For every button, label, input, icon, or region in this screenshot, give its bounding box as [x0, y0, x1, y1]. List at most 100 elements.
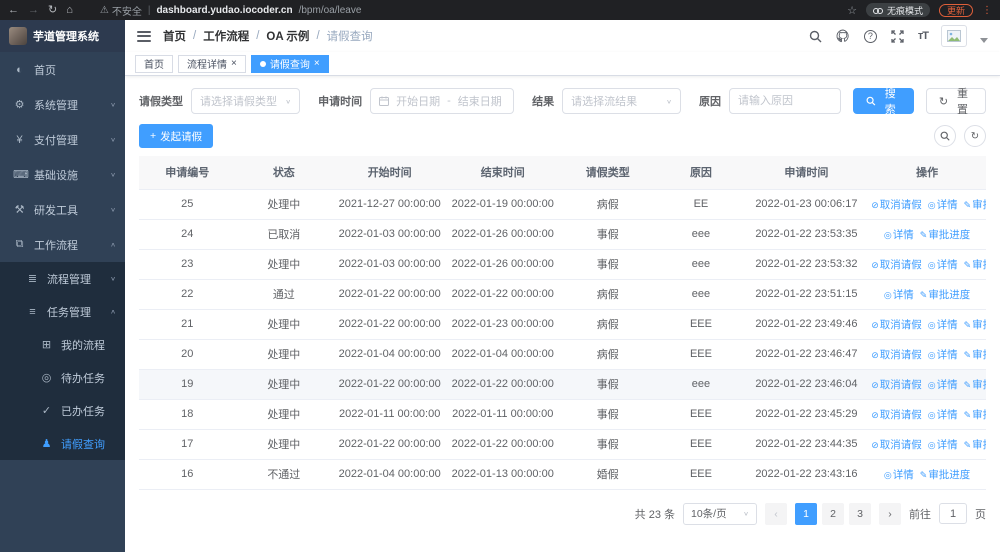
detail-link[interactable]: ◎详情	[928, 199, 958, 211]
update-button[interactable]: 更新	[938, 3, 973, 17]
bookmark-star-icon[interactable]: ☆	[847, 4, 857, 17]
audit-progress-link[interactable]: ✎审批进度	[964, 349, 986, 361]
detail-link[interactable]: ◎详情	[884, 289, 914, 301]
cancel-leave-link[interactable]: ⊘取消请假	[871, 349, 922, 361]
reset-button[interactable]: ↻ 重置	[925, 88, 986, 116]
table-row: 16 不通过 2022-01-04 00:00:00 2022-01-13 00:00…	[139, 459, 986, 490]
toggle-search-button[interactable]	[934, 125, 956, 147]
eye-icon: ◎	[927, 439, 936, 450]
audit-progress-link[interactable]: ✎审批进度	[920, 289, 971, 301]
cancel-leave-link[interactable]: ⊘取消请假	[871, 379, 922, 391]
breadcrumb-oa-example[interactable]: OA 示例	[266, 28, 309, 44]
cell-start-time: 2022-01-11 00:00:00	[332, 399, 448, 430]
cell-start-time: 2022-01-22 00:00:00	[332, 429, 448, 460]
apply-time-range-picker[interactable]: 开始日期 - 结束日期	[370, 88, 515, 114]
table-row: 25 处理中 2021-12-27 00:00:00 2022-01-19 00:00…	[139, 189, 986, 220]
eye-icon: ◎	[927, 199, 936, 210]
avatar-caret-icon[interactable]	[980, 37, 988, 43]
cancel-leave-link[interactable]: ⊘取消请假	[871, 259, 922, 271]
browser-menu-icon[interactable]: ⋮	[982, 5, 992, 16]
sidebar-item-dev-tools[interactable]: ⚒ 研发工具 ∨	[0, 192, 125, 227]
detail-link[interactable]: ◎详情	[928, 349, 958, 361]
eye-icon: ◎	[927, 259, 936, 270]
sidebar-item-workflow[interactable]: ⧉ 工作流程 ∧	[0, 227, 125, 262]
sidebar-item-process-mgmt[interactable]: ≣ 流程管理 ∨	[0, 262, 125, 295]
audit-progress-link[interactable]: ✎审批进度	[964, 199, 986, 211]
sidebar-item-infrastructure[interactable]: ⌨ 基础设施 ∨	[0, 157, 125, 192]
help-icon[interactable]: ?	[863, 29, 877, 43]
tab-home[interactable]: 首页	[135, 54, 173, 73]
result-select[interactable]: 请选择流结果 ∨	[562, 88, 681, 114]
sidebar-item-task-mgmt[interactable]: ≡ 任务管理 ∧	[0, 295, 125, 328]
page-size-select[interactable]: 10条/页 ∨	[683, 502, 757, 525]
cell-start-time: 2022-01-03 00:00:00	[332, 219, 448, 250]
detail-link[interactable]: ◎详情	[928, 439, 958, 451]
leave-table: 申请编号 状态 开始时间 结束时间 请假类型 原因 申请时间 操作 25 处理中 2…	[139, 156, 986, 490]
audit-progress-link[interactable]: ✎审批进度	[964, 409, 986, 421]
font-size-icon[interactable]: тT	[918, 30, 929, 42]
cancel-leave-link[interactable]: ⊘取消请假	[871, 199, 922, 211]
tab-process-detail[interactable]: 流程详情 ×	[178, 54, 246, 73]
page-button-1[interactable]: 1	[795, 502, 817, 525]
chevron-down-icon: ∨	[110, 206, 116, 213]
forward-icon[interactable]: →	[28, 4, 39, 16]
audit-progress-link[interactable]: ✎审批进度	[964, 379, 986, 391]
breadcrumb-workflow[interactable]: 工作流程	[203, 28, 249, 44]
cancel-leave-link[interactable]: ⊘取消请假	[871, 319, 922, 331]
sidebar-item-todo-tasks[interactable]: ◎ 待办任务	[0, 361, 125, 394]
search-form: 请假类型 请选择请假类型 ∨ 申请时间 开始日期 - 结束日期 结果 请选择流结…	[125, 76, 1000, 120]
address-bar[interactable]: ⚠ 不安全 | dashboard.yudao.iocoder.cn /bpm/…	[100, 3, 838, 18]
sidebar-item-system[interactable]: ⚙ 系统管理 ∨	[0, 87, 125, 122]
hamburger-icon[interactable]	[137, 30, 151, 42]
eye-icon: ◎	[927, 409, 936, 420]
page-button-2[interactable]: 2	[822, 502, 844, 525]
sidebar-item-my-process[interactable]: ⊞ 我的流程	[0, 328, 125, 361]
detail-link[interactable]: ◎详情	[928, 409, 958, 421]
audit-progress-link[interactable]: ✎审批进度	[964, 259, 986, 271]
search-button[interactable]: 搜索	[852, 88, 914, 116]
github-icon[interactable]	[836, 29, 851, 44]
detail-link[interactable]: ◎详情	[928, 259, 958, 271]
close-icon[interactable]: ×	[231, 58, 237, 69]
leave-type-select[interactable]: 请选择请假类型 ∨	[191, 88, 301, 114]
audit-progress-link[interactable]: ✎审批进度	[920, 229, 971, 241]
cell-apply-time: 2022-01-23 00:06:17	[744, 189, 869, 220]
audit-progress-link[interactable]: ✎审批进度	[964, 439, 986, 451]
breadcrumb-home[interactable]: 首页	[163, 28, 186, 44]
cancel-leave-link[interactable]: ⊘取消请假	[871, 439, 922, 451]
cell-status: 处理中	[235, 189, 333, 220]
detail-link[interactable]: ◎详情	[928, 379, 958, 391]
goto-page-input[interactable]	[939, 503, 967, 524]
sidebar-item-home[interactable]: ◐ 首页	[0, 52, 125, 87]
reload-icon[interactable]: ↻	[48, 4, 57, 16]
page-button-3[interactable]: 3	[849, 502, 871, 525]
cell-apply-time: 2022-01-22 23:49:46	[744, 309, 869, 340]
cell-start-time: 2022-01-03 00:00:00	[332, 249, 448, 280]
edit-icon: ✎	[919, 469, 928, 480]
home-icon[interactable]: ⌂	[66, 4, 73, 16]
create-leave-button[interactable]: + 发起请假	[139, 124, 214, 148]
sidebar-item-done-tasks[interactable]: ✓ 已办任务	[0, 394, 125, 427]
chevron-down-icon: ∨	[110, 136, 116, 143]
next-page-button[interactable]: ›	[879, 502, 901, 525]
check-icon: ✓	[41, 405, 52, 417]
close-icon[interactable]: ×	[314, 58, 320, 69]
detail-link[interactable]: ◎详情	[884, 469, 914, 481]
cell-status: 处理中	[235, 249, 333, 280]
refresh-button[interactable]: ↻	[964, 125, 986, 147]
search-icon[interactable]	[808, 29, 823, 44]
prev-page-button[interactable]: ‹	[765, 502, 787, 525]
audit-progress-link[interactable]: ✎审批进度	[920, 469, 971, 481]
audit-progress-link[interactable]: ✎审批进度	[964, 319, 986, 331]
detail-link[interactable]: ◎详情	[884, 229, 914, 241]
cancel-leave-link[interactable]: ⊘取消请假	[871, 409, 922, 421]
sidebar-item-leave-query[interactable]: ♟ 请假查询	[0, 427, 125, 460]
sidebar-item-payment[interactable]: ¥ 支付管理 ∨	[0, 122, 125, 157]
cell-apply-id: 19	[139, 369, 236, 400]
detail-link[interactable]: ◎详情	[928, 319, 958, 331]
avatar[interactable]	[941, 25, 967, 47]
tab-leave-query[interactable]: 请假查询 ×	[250, 54, 329, 73]
reason-input[interactable]	[728, 88, 841, 114]
fullscreen-icon[interactable]	[890, 29, 905, 44]
back-icon[interactable]: ←	[8, 4, 19, 16]
